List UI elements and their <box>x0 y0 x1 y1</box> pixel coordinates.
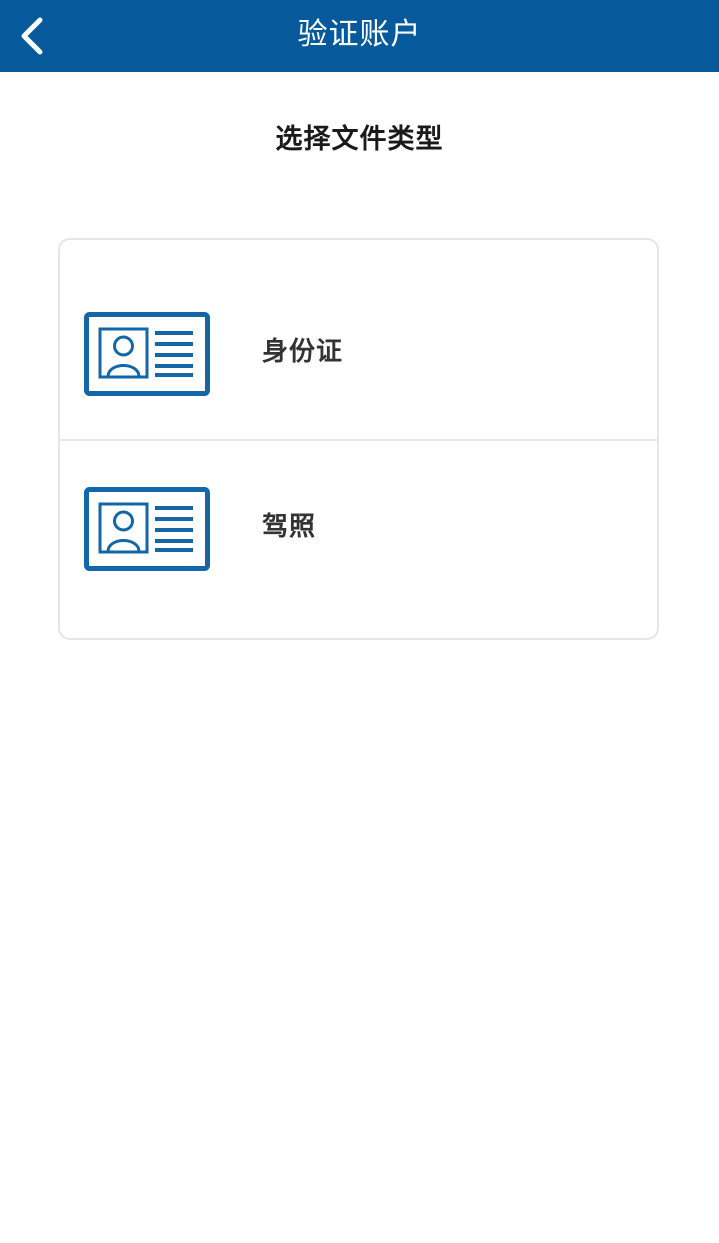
id-card-icon <box>84 312 210 396</box>
document-option-label: 驾照 <box>262 512 317 542</box>
document-option-label: 身份证 <box>262 337 344 367</box>
page-title: 验证账户 <box>297 17 422 52</box>
document-type-card: 身份证 驾照 <box>58 238 659 640</box>
document-option-id-card[interactable]: 身份证 <box>60 240 657 440</box>
document-option-drivers-license[interactable]: 驾照 <box>60 441 657 638</box>
top-navigation-bar: 验证账户 <box>0 0 719 72</box>
id-card-icon <box>84 487 210 571</box>
chevron-left-icon <box>21 17 43 55</box>
section-heading: 选择文件类型 <box>275 124 444 155</box>
back-button[interactable] <box>0 0 64 72</box>
